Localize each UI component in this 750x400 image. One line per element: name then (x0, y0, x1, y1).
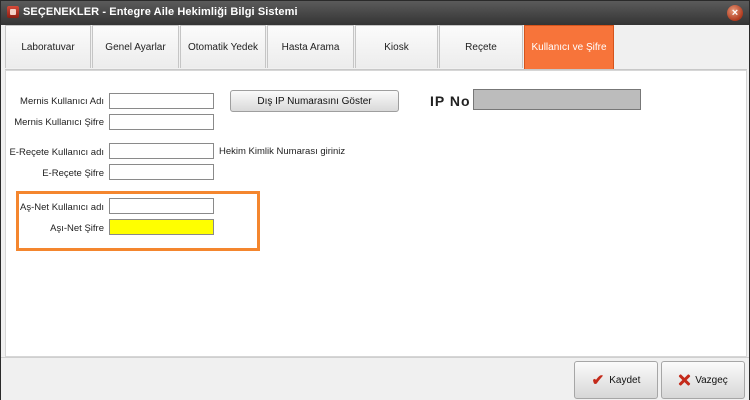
check-icon: ✔ (591, 371, 605, 389)
ip-value-field (473, 89, 641, 110)
erecete-pass-label: E-Reçete Şifre (42, 168, 104, 179)
mernis-user-label: Mernis Kullanıcı Adı (20, 96, 104, 107)
app-icon (7, 6, 19, 18)
asnet-pass-label: Aşı-Net Şifre (50, 223, 104, 234)
tab-bar: Laboratuvar Genel Ayarlar Otomatik Yedek… (5, 25, 747, 70)
mernis-pass-input[interactable] (109, 114, 214, 130)
asnet-user-input[interactable] (109, 198, 214, 214)
tab-label: Kiosk (384, 41, 409, 53)
tab-label: Genel Ayarlar (105, 41, 166, 53)
tab-label: Laboratuvar (21, 41, 75, 53)
tab-otomatik-yedek[interactable]: Otomatik Yedek (180, 25, 266, 68)
erecete-pass-input[interactable] (109, 164, 214, 180)
tab-label: Reçete (465, 41, 497, 53)
erecete-hint: Hekim Kimlik Numarası giriniz (219, 146, 346, 157)
options-window: SEÇENEKLER - Entegre Aile Hekimliği Bilg… (0, 0, 750, 400)
tab-kullanici-ve-sifre[interactable]: Kullanıcı ve Şifre (524, 25, 614, 69)
asnet-pass-input[interactable] (109, 219, 214, 235)
x-icon (678, 374, 690, 386)
title-bar[interactable]: SEÇENEKLER - Entegre Aile Hekimliği Bilg… (1, 1, 749, 25)
window-title: SEÇENEKLER - Entegre Aile Hekimliği Bilg… (23, 6, 298, 18)
erecete-user-input[interactable] (109, 143, 214, 159)
mernis-user-input[interactable] (109, 93, 214, 109)
ip-label: IP No (430, 93, 471, 109)
save-button-label: Kaydet (609, 374, 641, 386)
tab-laboratuvar[interactable]: Laboratuvar (5, 25, 91, 68)
mernis-pass-label: Mernis Kullanıcı Şifre (14, 117, 104, 128)
tab-genel-ayarlar[interactable]: Genel Ayarlar (92, 25, 179, 68)
footer-bar: ✔ Kaydet Vazgeç (1, 357, 749, 400)
save-button[interactable]: ✔ Kaydet (574, 361, 658, 399)
erecete-user-label: E-Reçete Kullanıcı adı (9, 147, 104, 158)
close-icon[interactable]: × (727, 5, 743, 21)
cancel-button-label: Vazgeç (695, 374, 728, 386)
cancel-button[interactable]: Vazgeç (661, 361, 745, 399)
tab-label: Hasta Arama (281, 41, 340, 53)
asnet-user-label: Aş-Net Kullanıcı adı (20, 202, 104, 213)
tab-label: Kullanıcı ve Şifre (531, 42, 607, 53)
tab-recete[interactable]: Reçete (439, 25, 523, 68)
tab-hasta-arama[interactable]: Hasta Arama (267, 25, 354, 68)
show-ip-button[interactable]: Dış IP Numarasını Göster (230, 90, 399, 112)
tab-kiosk[interactable]: Kiosk (355, 25, 438, 68)
settings-panel: Mernis Kullanıcı Adı Mernis Kullanıcı Şi… (5, 70, 747, 357)
tab-label: Otomatik Yedek (187, 41, 259, 53)
